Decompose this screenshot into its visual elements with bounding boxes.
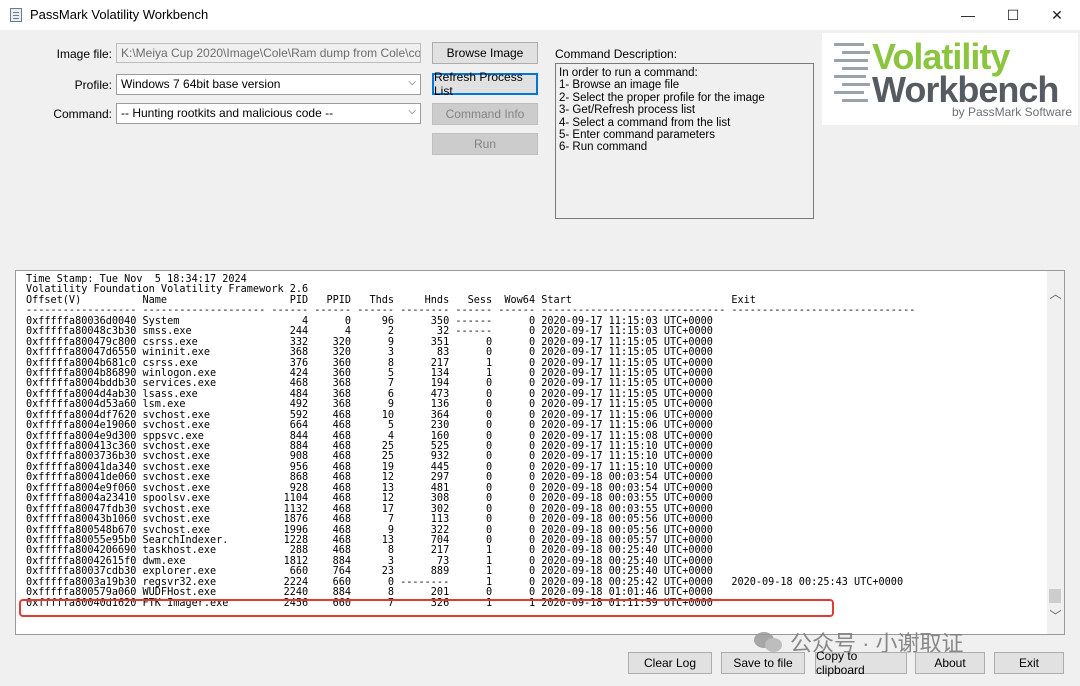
- vertical-scrollbar[interactable]: ︿ ﹀: [1047, 271, 1064, 634]
- process-row: 0xfffffa800579a060 WUDFHost.exe 2240 884…: [26, 587, 732, 599]
- command-info-button[interactable]: Command Info: [432, 103, 538, 125]
- image-file-label: Image file:: [56, 47, 112, 61]
- description-line: 6- Run command: [559, 141, 648, 154]
- description-line: 2- Select the proper profile for the ima…: [559, 91, 765, 104]
- description-line: 4- Select a command from the list: [559, 116, 731, 129]
- process-row: 0xfffffa80047d6550 wininit.exe 368 320 3…: [26, 347, 732, 359]
- profile-label: Profile:: [74, 78, 112, 92]
- description-line: 1- Browse an image file: [559, 79, 680, 92]
- wechat-icon: [754, 630, 784, 654]
- console-text: Time Stamp: Tue Nov 5 18:34:17 2024 Volat…: [26, 274, 915, 609]
- chevron-down-icon: ⌵: [408, 106, 416, 117]
- window-title: PassMark Volatility Workbench: [30, 7, 209, 22]
- command-description-box: In order to run a command: 1- Browse an …: [555, 63, 814, 219]
- volatility-workbench-logo: Volatility Workbench by PassMark Softwar…: [822, 33, 1078, 125]
- logo-byline: by PassMark Software: [951, 105, 1072, 119]
- browse-image-button[interactable]: Browse Image: [432, 42, 538, 64]
- highlight-annotation: [19, 599, 834, 617]
- clear-log-button[interactable]: Clear Log: [628, 652, 712, 674]
- description-line: 3- Get/Refresh process list: [559, 104, 696, 117]
- command-label: Command:: [53, 107, 112, 121]
- maximize-button[interactable]: ☐: [990, 0, 1036, 30]
- run-button[interactable]: Run: [432, 133, 538, 155]
- save-to-file-button[interactable]: Save to file: [721, 652, 805, 674]
- about-button[interactable]: About: [915, 652, 985, 674]
- title-bar: PassMark Volatility Workbench — ☐ ✕: [0, 0, 1080, 30]
- refresh-process-list-button[interactable]: Refresh Process List: [432, 70, 538, 98]
- chevron-down-icon: ⌵: [408, 77, 416, 88]
- process-row: 0xfffffa80043b1060 svchost.exe 1876 468 …: [26, 514, 732, 526]
- process-row: 0xfffffa8004e19060 svchost.exe 664 468 5…: [26, 420, 732, 432]
- scroll-thumb[interactable]: [1049, 589, 1061, 603]
- profile-value: Windows 7 64bit base version: [121, 77, 281, 91]
- command-value: -- Hunting rootkits and malicious code -…: [121, 106, 334, 120]
- profile-select[interactable]: Windows 7 64bit base version ⌵: [116, 74, 421, 95]
- image-file-field[interactable]: K:\Meiya Cup 2020\Image\Cole\Ram dump fr…: [116, 43, 421, 63]
- description-line: In order to run a command:: [559, 67, 698, 79]
- command-select[interactable]: -- Hunting rootkits and malicious code -…: [116, 103, 421, 124]
- copy-to-clipboard-button[interactable]: Copy to clipboard: [815, 649, 907, 677]
- scroll-down-icon[interactable]: ﹀: [1047, 607, 1064, 624]
- scroll-up-icon[interactable]: ︿: [1047, 285, 1064, 302]
- description-line: 5- Enter command parameters: [559, 129, 715, 142]
- exit-button[interactable]: Exit: [994, 652, 1064, 674]
- app-icon: [10, 8, 22, 22]
- close-button[interactable]: ✕: [1034, 0, 1080, 30]
- minimize-button[interactable]: —: [945, 0, 991, 30]
- output-console[interactable]: Time Stamp: Tue Nov 5 18:34:17 2024 Volat…: [15, 270, 1065, 635]
- command-description-title: Command Description:: [555, 47, 678, 61]
